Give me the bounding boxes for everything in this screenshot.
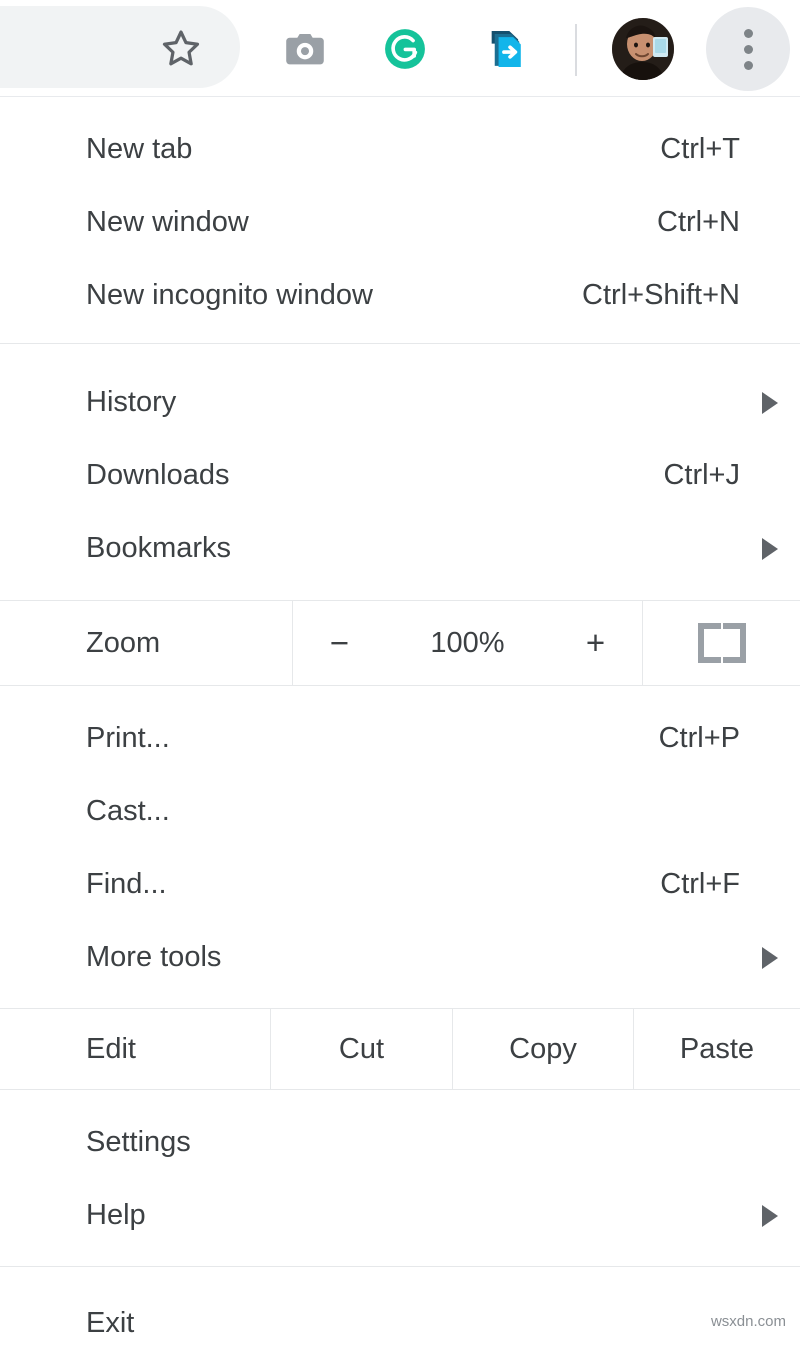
chevron-right-icon: [762, 391, 778, 414]
menu-section-edit: Edit Cut Copy Paste: [0, 1009, 800, 1089]
zoom-controls: − 100% +: [292, 601, 643, 685]
menu-item-label: Cast...: [86, 795, 170, 827]
avatar-photo: [612, 18, 674, 80]
star-glyph: [162, 30, 200, 66]
fullscreen-corner-br: [722, 643, 746, 663]
menu-item-label: Downloads: [86, 459, 230, 491]
export-glyph: [491, 30, 521, 68]
menu-item-new-window[interactable]: New window Ctrl+N: [0, 186, 800, 259]
menu-item-print[interactable]: Print... Ctrl+P: [0, 702, 800, 775]
menu-item-shortcut: Ctrl+T: [660, 133, 740, 165]
menu-dot: [743, 60, 753, 70]
menu-item-label: Settings: [86, 1126, 191, 1158]
menu-item-label: More tools: [86, 941, 222, 973]
menu-section-new: New tab Ctrl+T New window Ctrl+N New inc…: [0, 97, 800, 343]
chrome-main-menu: New tab Ctrl+T New window Ctrl+N New inc…: [0, 97, 800, 1370]
export-document-icon[interactable]: [474, 18, 540, 80]
menu-item-new-tab[interactable]: New tab Ctrl+T: [0, 113, 800, 186]
menu-item-help[interactable]: Help: [0, 1179, 800, 1252]
chevron-right-icon: [762, 946, 778, 969]
menu-item-label: History: [86, 386, 177, 418]
menu-item-cast[interactable]: Cast...: [0, 775, 800, 848]
menu-section-zoom: Zoom − 100% +: [0, 601, 800, 685]
chrome-menu-button[interactable]: [706, 7, 790, 91]
menu-item-shortcut: Ctrl+Shift+N: [582, 279, 740, 311]
menu-item-more-tools[interactable]: More tools: [0, 921, 800, 994]
zoom-in-button[interactable]: +: [566, 624, 626, 662]
menu-item-shortcut: Ctrl+P: [658, 722, 740, 754]
grammarly-icon[interactable]: [372, 18, 438, 80]
toolbar-separator: [575, 24, 577, 76]
edit-cut-button[interactable]: Cut: [270, 1009, 452, 1089]
menu-item-find[interactable]: Find... Ctrl+F: [0, 848, 800, 921]
menu-item-label: Help: [86, 1199, 146, 1231]
menu-section-settings: Settings Help: [0, 1090, 800, 1266]
menu-item-label: New tab: [86, 133, 193, 165]
screenshot-camera-icon[interactable]: [272, 18, 338, 80]
menu-item-shortcut: Ctrl+J: [663, 459, 740, 491]
menu-item-label: Print...: [86, 722, 170, 754]
menu-item-downloads[interactable]: Downloads Ctrl+J: [0, 439, 800, 512]
menu-item-label: New incognito window: [86, 279, 373, 311]
chevron-right-icon: [762, 537, 778, 560]
menu-item-label: Exit: [86, 1307, 135, 1339]
bookmark-star-icon[interactable]: [148, 18, 214, 80]
fullscreen-icon: [697, 623, 746, 663]
edit-paste-button[interactable]: Paste: [633, 1009, 800, 1089]
fullscreen-corner-tr: [722, 623, 746, 643]
menu-item-label: Bookmarks: [86, 532, 232, 564]
menu-item-label: New window: [86, 206, 249, 238]
menu-item-history[interactable]: History: [0, 366, 800, 439]
menu-item-shortcut: Ctrl+N: [657, 206, 740, 238]
menu-section-history: History Downloads Ctrl+J Bookmarks: [0, 344, 800, 600]
camera-glyph: [286, 34, 324, 65]
watermark: wsxdn.com: [710, 1313, 786, 1330]
edit-label: Edit: [86, 1032, 136, 1065]
menu-item-settings[interactable]: Settings: [0, 1106, 800, 1179]
fullscreen-corner-tl: [697, 623, 721, 643]
fullscreen-corner-bl: [697, 643, 721, 663]
menu-item-exit[interactable]: Exit: [0, 1287, 800, 1360]
chevron-right-icon: [762, 1204, 778, 1227]
zoom-level-value: 100%: [430, 626, 505, 659]
menu-dot: [743, 28, 753, 38]
menu-item-label: Find...: [86, 868, 167, 900]
zoom-out-button[interactable]: −: [310, 624, 370, 662]
menu-section-tools: Print... Ctrl+P Cast... Find... Ctrl+F M…: [0, 686, 800, 1008]
browser-toolbar: [0, 0, 800, 97]
menu-item-new-incognito-window[interactable]: New incognito window Ctrl+Shift+N: [0, 259, 800, 332]
menu-dot: [743, 44, 753, 54]
menu-item-bookmarks[interactable]: Bookmarks: [0, 512, 800, 585]
zoom-label: Zoom: [86, 626, 161, 659]
menu-item-shortcut: Ctrl+F: [660, 868, 740, 900]
fullscreen-button[interactable]: [643, 601, 800, 685]
grammarly-glyph: [385, 29, 425, 69]
edit-copy-button[interactable]: Copy: [452, 1009, 633, 1089]
avatar[interactable]: [612, 18, 674, 80]
menu-section-exit: Exit: [0, 1267, 800, 1370]
